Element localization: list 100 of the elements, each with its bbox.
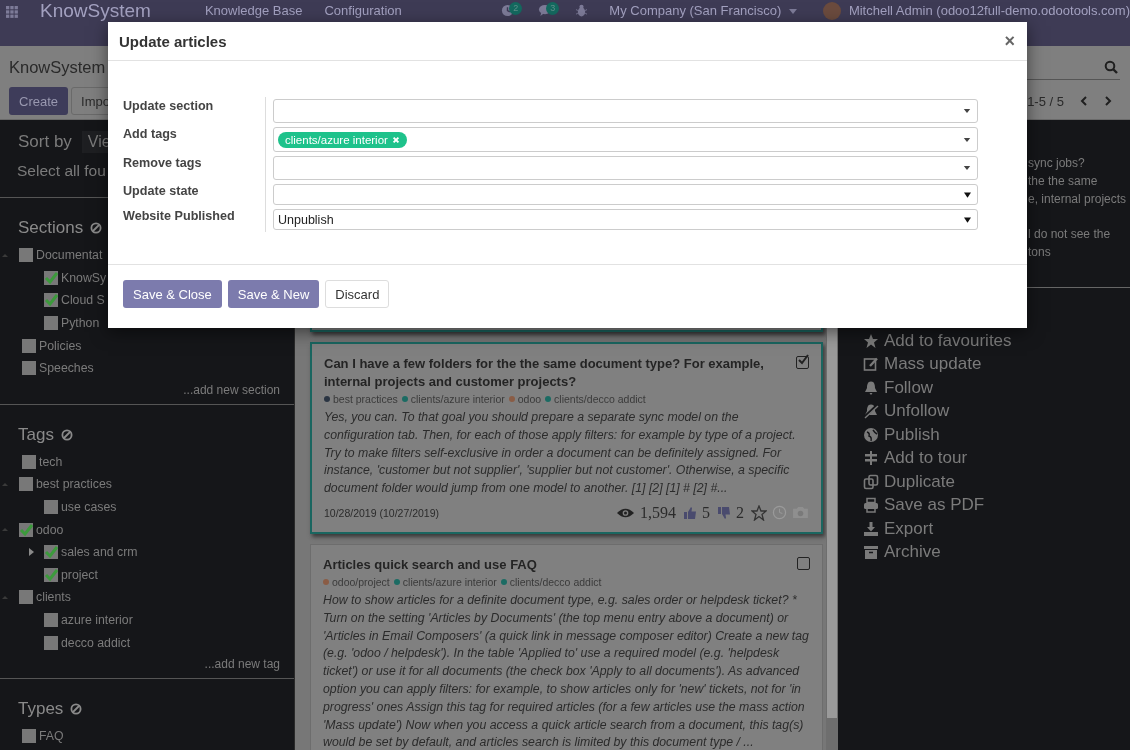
discard-button[interactable]: Discard xyxy=(325,280,390,308)
selected-article-title[interactable]: l do not see the xyxy=(1028,225,1130,243)
selected-article-title[interactable]: tons xyxy=(1028,243,1130,261)
globe-icon xyxy=(863,426,879,443)
input-field[interactable]: clients/azure interior xyxy=(273,127,978,152)
breadcrumb[interactable]: KnowSystem xyxy=(9,57,106,77)
menu-item[interactable]: Knowledge Base xyxy=(204,3,303,19)
company-switcher[interactable]: My Company (San Francisco) xyxy=(609,3,797,19)
action-link[interactable]: Add to favourites xyxy=(863,329,1130,353)
checkbox[interactable] xyxy=(22,338,36,353)
dropdown-caret-icon[interactable] xyxy=(963,137,971,142)
article-title[interactable]: Can I have a few folders for the the same document type? For example, internal projects and customer projects? xyxy=(324,355,790,391)
create-button[interactable]: Create xyxy=(9,87,69,115)
checkbox[interactable] xyxy=(19,590,33,605)
dropdown-caret-icon[interactable] xyxy=(963,109,971,113)
checkbox[interactable] xyxy=(44,567,58,582)
signpost-icon xyxy=(863,450,879,467)
tree-item-label[interactable]: decco addict xyxy=(61,635,131,650)
printer-icon xyxy=(863,497,879,514)
download-icon xyxy=(863,520,879,537)
bug-icon[interactable] xyxy=(576,4,588,17)
action-link[interactable]: Publish xyxy=(863,423,1130,447)
tree-item-label[interactable]: Policies xyxy=(39,338,82,353)
save-button[interactable]: Save & New xyxy=(227,280,320,308)
tree-item-label[interactable]: azure interior xyxy=(61,613,133,627)
checkbox[interactable] xyxy=(44,545,58,560)
add-new-link[interactable]: ...add new tag xyxy=(204,656,280,671)
select-field[interactable] xyxy=(273,184,978,205)
checkbox[interactable] xyxy=(44,316,58,331)
expand-caret-icon[interactable] xyxy=(29,548,34,557)
star-icon[interactable] xyxy=(751,505,767,521)
tree-item-label[interactable]: Python xyxy=(61,316,100,331)
user-menu[interactable]: Mitchell Admin (odoo12full-demo.odootools.com) xyxy=(848,3,1130,19)
remove-icon[interactable] xyxy=(391,135,400,144)
next-icon[interactable] xyxy=(1103,96,1113,106)
tree-item-label[interactable]: Speeches xyxy=(39,361,94,376)
checkbox[interactable] xyxy=(19,522,33,537)
apps-grid-icon[interactable] xyxy=(6,6,18,18)
article-card[interactable] xyxy=(310,342,823,534)
tree-item-label[interactable]: best practices xyxy=(36,477,112,492)
previous-icon[interactable] xyxy=(1079,96,1089,106)
checkbox[interactable] xyxy=(44,635,58,650)
tree-item-label[interactable]: odoo xyxy=(36,522,64,537)
action-link[interactable]: Follow xyxy=(863,376,1130,400)
tree-item-label[interactable]: Cloud S xyxy=(61,293,105,308)
checkbox[interactable] xyxy=(22,454,36,469)
article-title[interactable]: Articles quick search and use FAQ xyxy=(323,556,791,574)
thumbs-up-icon[interactable] xyxy=(683,506,697,520)
tree-item-label[interactable]: clients xyxy=(36,590,71,605)
checkbox[interactable] xyxy=(22,361,36,376)
clear-filter-icon[interactable] xyxy=(60,428,73,441)
edit-icon xyxy=(863,356,879,373)
action-link[interactable]: Export xyxy=(863,517,1130,541)
tree-item-label[interactable]: KnowSy xyxy=(61,270,107,285)
clear-filter-icon[interactable] xyxy=(90,222,103,234)
checkbox[interactable] xyxy=(19,477,33,492)
select-checkbox[interactable] xyxy=(796,356,809,369)
thumbs-down-icon[interactable] xyxy=(717,506,731,520)
add-new-link[interactable]: ...add new section xyxy=(183,382,280,397)
tree-item-label[interactable]: tech xyxy=(39,454,63,469)
tree-item-label[interactable]: FAQ xyxy=(39,729,64,744)
tree-item-label[interactable]: Documentat xyxy=(36,248,103,263)
bell-icon xyxy=(863,379,879,396)
selected-article-title[interactable]: the the same xyxy=(1028,172,1130,190)
input-field[interactable] xyxy=(273,99,978,123)
article-excerpt: Yes, you can. To that goal you should prepare a separate sync model on the configuration tab. Then, for each of those apply filters: for example by type of a project. Try to make filters self-exclusive in order a document can be definitely assigned. For instance, 'customer but not supplier', 'supplier but not customer'. Otherwise, a specific document folder would jump from one model to another. [1] [2] [1] # [2] #... xyxy=(324,409,797,498)
checkbox[interactable] xyxy=(22,729,36,744)
clear-filter-icon[interactable] xyxy=(70,702,83,715)
action-link[interactable]: Save as PDF xyxy=(863,493,1130,517)
app-brand[interactable]: KnowSystem xyxy=(40,2,151,20)
dropdown-caret-icon[interactable] xyxy=(964,191,971,198)
action-link[interactable]: Mass update xyxy=(863,352,1130,376)
select-field[interactable]: Unpublish xyxy=(273,209,978,230)
selected-article-title[interactable]: sync jobs? xyxy=(1028,154,1130,172)
action-link[interactable]: Add to tour xyxy=(863,446,1130,470)
dropdown-caret-icon[interactable] xyxy=(963,166,971,170)
tag-chip[interactable]: clients/azure interior xyxy=(278,131,407,148)
checkbox[interactable] xyxy=(44,293,58,308)
tree-item-label[interactable]: sales and crm xyxy=(61,545,138,560)
action-link[interactable]: Archive xyxy=(863,540,1130,564)
input-field[interactable] xyxy=(273,156,978,180)
selected-article-title[interactable]: e, internal projects xyxy=(1028,190,1130,208)
star-icon xyxy=(863,332,879,349)
checkbox[interactable] xyxy=(19,248,33,263)
search-icon[interactable] xyxy=(1104,59,1118,74)
select-checkbox[interactable] xyxy=(797,557,810,570)
archive-icon xyxy=(863,544,879,561)
menu-item[interactable]: Configuration xyxy=(324,3,402,19)
article-card[interactable] xyxy=(310,544,823,750)
checkbox[interactable] xyxy=(44,613,58,627)
tree-item-label[interactable]: project xyxy=(61,567,98,582)
tree-item-label[interactable]: use cases xyxy=(61,500,117,515)
dropdown-caret-icon[interactable] xyxy=(964,216,971,223)
field-label: Website Published xyxy=(123,208,236,225)
action-link[interactable]: Unfollow xyxy=(863,399,1130,423)
save-button[interactable]: Save & Close xyxy=(123,280,222,308)
action-link[interactable]: Duplicate xyxy=(863,470,1130,494)
close-button[interactable]: × xyxy=(1004,30,1015,52)
checkbox[interactable] xyxy=(44,500,58,515)
checkbox[interactable] xyxy=(44,270,58,285)
